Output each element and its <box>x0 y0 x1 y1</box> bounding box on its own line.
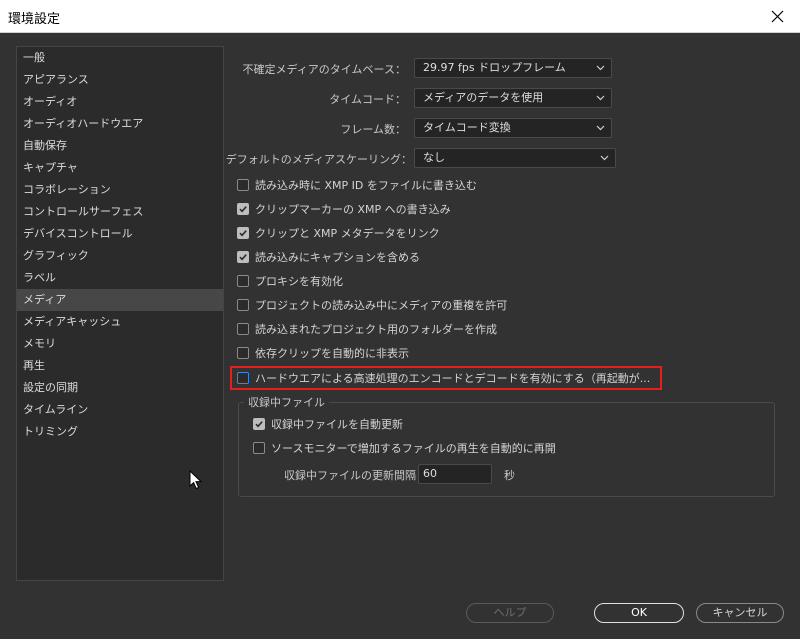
include-captions-label: 読み込みにキャプションを含める <box>255 251 420 264</box>
chevron-down-icon <box>596 65 605 71</box>
auto-resume-option[interactable]: ソースモニターで増加するファイルの再生を自動的に再開 <box>253 439 556 457</box>
hide-dependent-clips-option[interactable]: 依存クリップを自動的に非表示 <box>237 344 409 362</box>
sidebar-item-memory[interactable]: メモリ <box>17 333 223 355</box>
frame-count-label: フレーム数： <box>340 123 406 136</box>
sidebar-item-general[interactable]: 一般 <box>17 47 223 69</box>
enable-proxies-label: プロキシを有効化 <box>255 275 343 288</box>
checkmark-icon <box>239 206 247 213</box>
create-folder-checkbox[interactable] <box>237 323 249 335</box>
sidebar-item-collaboration[interactable]: コラボレーション <box>17 179 223 201</box>
sidebar-item-playback[interactable]: 再生 <box>17 355 223 377</box>
enable-proxies-option[interactable]: プロキシを有効化 <box>237 272 343 290</box>
close-button[interactable] <box>754 0 800 32</box>
chevron-down-icon <box>596 125 605 131</box>
sidebar-item-audio-hardware[interactable]: オーディオハードウエア <box>17 113 223 135</box>
frame-count-select[interactable]: タイムコード変換 <box>414 118 612 138</box>
timecode-value: メディアのデータを使用 <box>423 91 544 104</box>
xmp-id-write-checkbox[interactable] <box>237 179 249 191</box>
scaling-select[interactable]: なし <box>414 148 616 168</box>
timecode-label: タイムコード： <box>329 93 406 106</box>
timecode-row: タイムコード： メディアのデータを使用 <box>230 88 620 108</box>
hardware-acceleration-label: ハードウエアによる高速処理のエンコードとデコードを有効にする（再起動が... <box>255 372 651 385</box>
sidebar-item-media-cache[interactable]: メディアキャッシュ <box>17 311 223 333</box>
hardware-acceleration-checkbox[interactable] <box>237 372 249 384</box>
clip-marker-xmp-label: クリップマーカーの XMP への書き込み <box>255 203 451 216</box>
window-title: 環境設定 <box>8 12 61 27</box>
link-clip-xmp-option[interactable]: クリップと XMP メタデータをリンク <box>237 224 440 242</box>
sidebar-item-appearance[interactable]: アピアランス <box>17 69 223 91</box>
hide-dependent-clips-label: 依存クリップを自動的に非表示 <box>255 347 409 360</box>
include-captions-option[interactable]: 読み込みにキャプションを含める <box>237 248 420 266</box>
auto-refresh-option[interactable]: 収録中ファイルを自動更新 <box>253 415 403 433</box>
hardware-acceleration-option[interactable]: ハードウエアによる高速処理のエンコードとデコードを有効にする（再起動が... <box>237 369 650 387</box>
clip-marker-xmp-option[interactable]: クリップマーカーの XMP への書き込み <box>237 200 451 218</box>
scaling-label: デフォルトのメディアスケーリング： <box>225 153 412 166</box>
help-button[interactable]: ヘルプ <box>466 603 554 623</box>
refresh-interval-label: 収録中ファイルの更新間隔 <box>284 469 416 482</box>
scaling-row: デフォルトのメディアスケーリング： なし <box>226 148 620 168</box>
refresh-interval-input[interactable]: 60 <box>418 464 492 484</box>
sidebar-item-media[interactable]: メディア <box>17 289 223 311</box>
sidebar-item-control-surface[interactable]: コントロールサーフェス <box>17 201 223 223</box>
timebase-value: 29.97 fps ドロップフレーム <box>423 61 566 74</box>
auto-refresh-checkbox[interactable] <box>253 418 265 430</box>
auto-resume-checkbox[interactable] <box>253 442 265 454</box>
sidebar: 一般 アピアランス オーディオ オーディオハードウエア 自動保存 キャプチャ コ… <box>16 46 224 581</box>
cancel-button[interactable]: キャンセル <box>696 603 784 623</box>
title-bar: 環境設定 <box>0 0 800 33</box>
sidebar-item-labels[interactable]: ラベル <box>17 267 223 289</box>
close-icon <box>771 10 783 22</box>
create-folder-label: 読み込まれたプロジェクト用のフォルダーを作成 <box>255 323 497 336</box>
create-folder-option[interactable]: 読み込まれたプロジェクト用のフォルダーを作成 <box>237 320 497 338</box>
chevron-down-icon <box>596 95 605 101</box>
checkmark-icon <box>255 421 263 428</box>
allow-duplicate-media-label: プロジェクトの読み込み中にメディアの重複を許可 <box>255 299 508 312</box>
ok-button[interactable]: OK <box>594 603 684 623</box>
sidebar-item-timeline[interactable]: タイムライン <box>17 399 223 421</box>
frame-count-value: タイムコード変換 <box>423 121 511 134</box>
refresh-interval-unit: 秒 <box>504 469 515 482</box>
sidebar-item-graphics[interactable]: グラフィック <box>17 245 223 267</box>
allow-duplicate-media-option[interactable]: プロジェクトの読み込み中にメディアの重複を許可 <box>237 296 507 314</box>
hide-dependent-clips-checkbox[interactable] <box>237 347 249 359</box>
frame-count-row: フレーム数： タイムコード変換 <box>230 118 620 138</box>
sidebar-item-trimming[interactable]: トリミング <box>17 421 223 443</box>
include-captions-checkbox[interactable] <box>237 251 249 263</box>
auto-refresh-label: 収録中ファイルを自動更新 <box>271 418 403 431</box>
timebase-row: 不確定メディアのタイムベース： 29.97 fps ドロップフレーム <box>230 58 620 78</box>
checkmark-icon <box>239 230 247 237</box>
timecode-select[interactable]: メディアのデータを使用 <box>414 88 612 108</box>
xmp-id-write-option[interactable]: 読み込み時に XMP ID をファイルに書き込む <box>237 176 477 194</box>
clip-marker-xmp-checkbox[interactable] <box>237 203 249 215</box>
allow-duplicate-media-checkbox[interactable] <box>237 299 249 311</box>
sidebar-item-auto-save[interactable]: 自動保存 <box>17 135 223 157</box>
checkmark-icon <box>239 254 247 261</box>
link-clip-xmp-checkbox[interactable] <box>237 227 249 239</box>
enable-proxies-checkbox[interactable] <box>237 275 249 287</box>
recording-files-group-title: 収録中ファイル <box>244 394 329 410</box>
auto-resume-label: ソースモニターで増加するファイルの再生を自動的に再開 <box>271 442 556 455</box>
timebase-label: 不確定メディアのタイムベース： <box>242 63 406 76</box>
sidebar-item-audio[interactable]: オーディオ <box>17 91 223 113</box>
timebase-select[interactable]: 29.97 fps ドロップフレーム <box>414 58 612 78</box>
sidebar-item-sync-settings[interactable]: 設定の同期 <box>17 377 223 399</box>
scaling-value: なし <box>423 151 445 164</box>
xmp-id-write-label: 読み込み時に XMP ID をファイルに書き込む <box>255 179 477 192</box>
chevron-down-icon <box>600 155 609 161</box>
sidebar-item-device-control[interactable]: デバイスコントロール <box>17 223 223 245</box>
mouse-pointer-icon <box>189 470 203 490</box>
sidebar-item-capture[interactable]: キャプチャ <box>17 157 223 179</box>
link-clip-xmp-label: クリップと XMP メタデータをリンク <box>255 227 440 240</box>
